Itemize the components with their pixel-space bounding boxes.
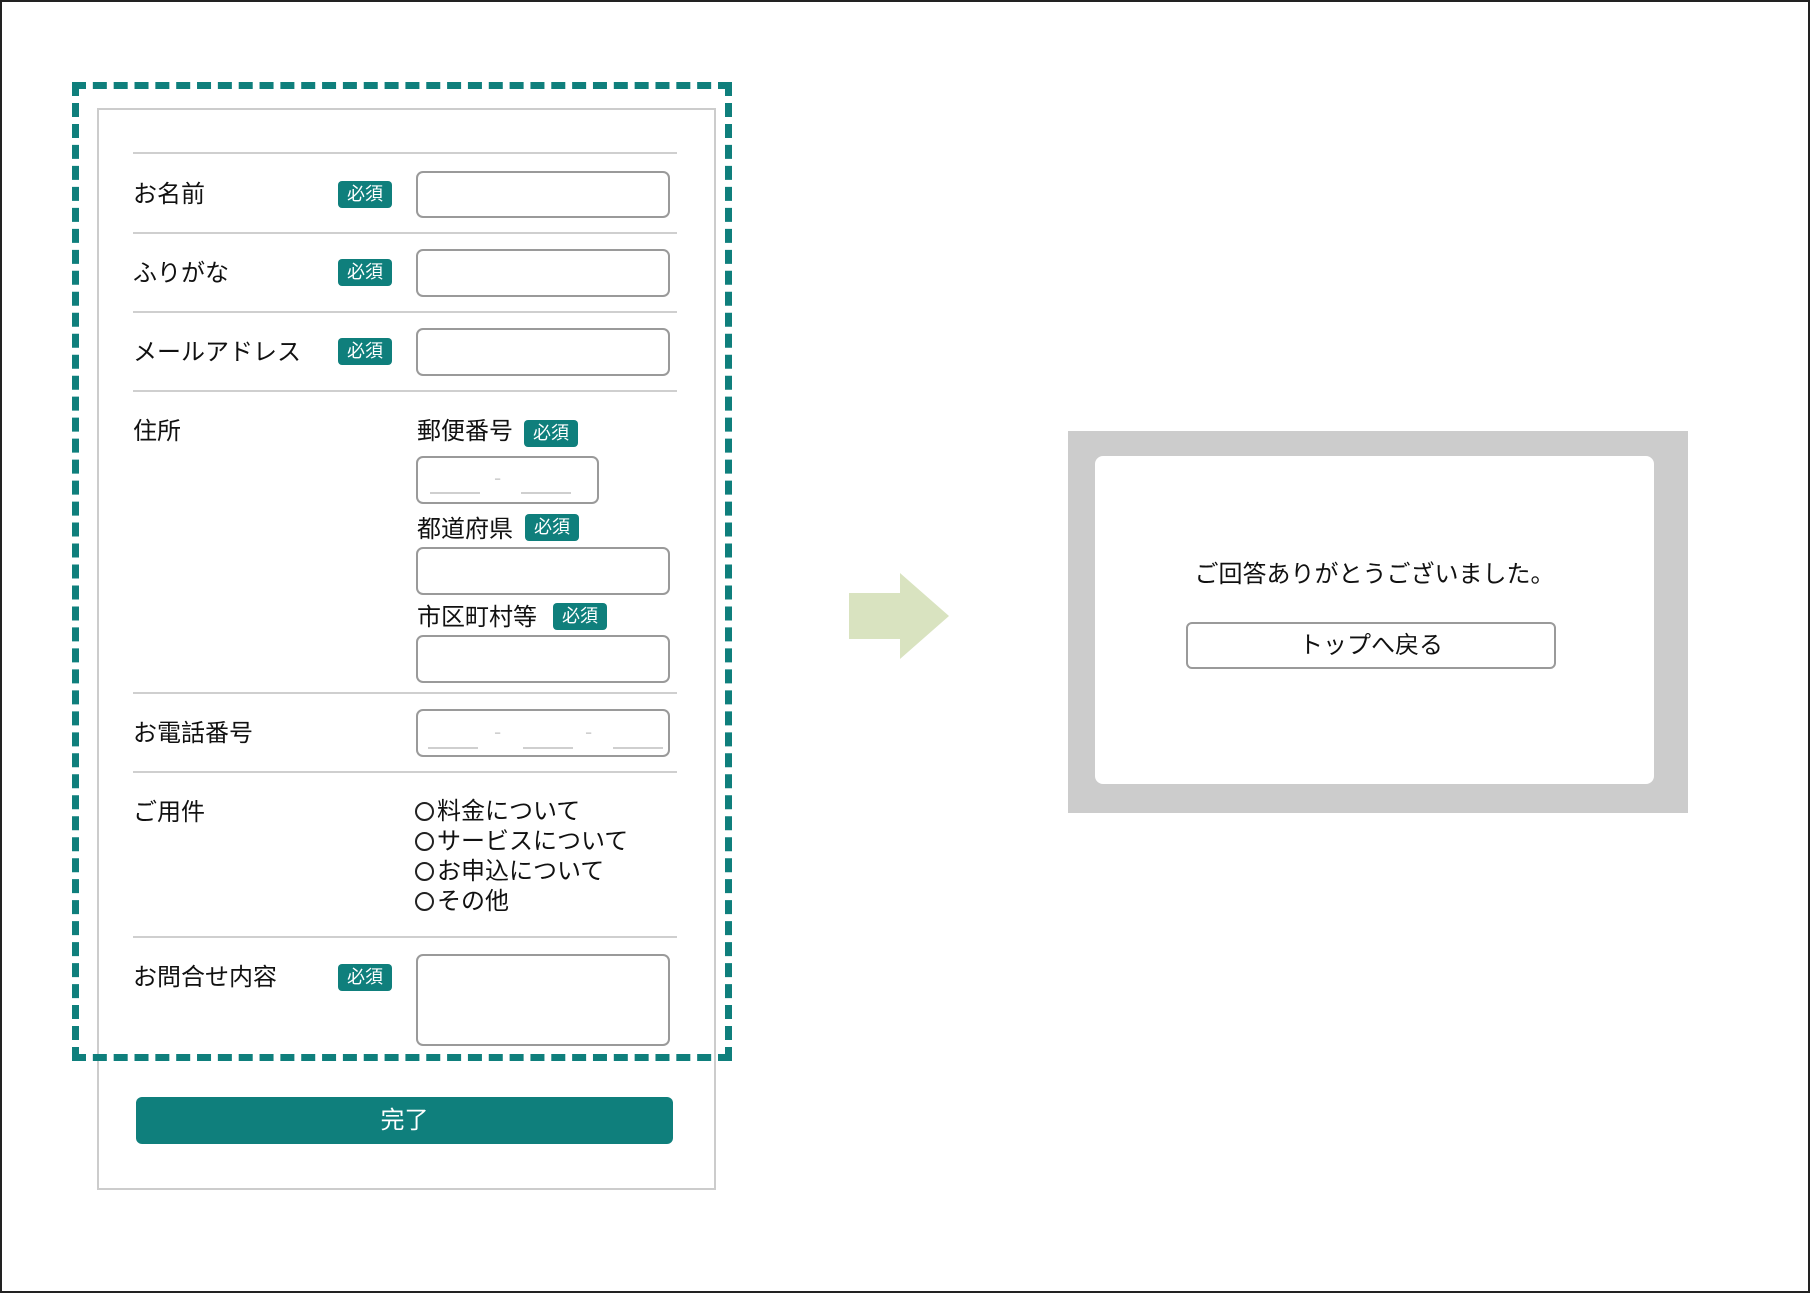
postal-code-blank [430, 492, 480, 494]
email-label: メールアドレス [133, 338, 301, 366]
radio-circle-icon[interactable] [415, 861, 434, 881]
radio-option[interactable]: サービスについて [415, 826, 628, 856]
form-divider [133, 232, 677, 234]
postal-code-blank [521, 492, 571, 494]
furigana-label: ふりがな [133, 259, 229, 287]
name-input[interactable] [416, 171, 670, 218]
postal-code-label: 郵便番号 [417, 417, 513, 445]
postal-code-separator: - [494, 466, 502, 490]
postal-code-input[interactable] [416, 456, 599, 504]
radio-circle-icon[interactable] [415, 801, 434, 821]
furigana-input[interactable] [416, 249, 670, 297]
phone-separator: - [494, 720, 502, 744]
radio-option[interactable]: その他 [415, 886, 628, 916]
radio-option-label: サービスについて [437, 827, 629, 855]
form-divider [133, 152, 677, 154]
prefecture-input[interactable] [416, 547, 670, 595]
required-badge: 必須 [338, 259, 392, 286]
prefecture-label: 都道府県 [417, 515, 513, 543]
required-badge: 必須 [524, 420, 578, 447]
phone-input[interactable] [416, 709, 670, 757]
complete-button[interactable]: 完了 [136, 1097, 673, 1144]
phone-blank [613, 747, 663, 749]
form-divider [133, 771, 677, 773]
required-badge: 必須 [338, 338, 392, 365]
form-divider [133, 390, 677, 392]
phone-blank [523, 747, 573, 749]
phone-blank [428, 747, 478, 749]
completion-dialog [1095, 456, 1654, 784]
required-badge: 必須 [338, 181, 392, 208]
radio-option-label: お申込について [437, 857, 605, 885]
radio-option-label: その他 [437, 887, 509, 915]
inquiry-type-label: ご用件 [133, 798, 205, 826]
phone-separator: - [585, 720, 593, 744]
address-label: 住所 [133, 417, 181, 445]
required-badge: 必須 [338, 964, 392, 991]
inquiry-content-label: お問合せ内容 [133, 963, 277, 991]
form-divider [133, 692, 677, 694]
inquiry-content-textarea[interactable] [416, 954, 670, 1046]
form-divider [133, 936, 677, 938]
radio-option[interactable]: お申込について [415, 856, 628, 886]
form-divider [133, 311, 677, 313]
radio-circle-icon[interactable] [415, 831, 434, 851]
inquiry-type-radio-group: 料金について サービスについて お申込について その他 [415, 796, 628, 916]
radio-option[interactable]: 料金について [415, 796, 628, 826]
radio-circle-icon[interactable] [415, 891, 434, 911]
city-input[interactable] [416, 635, 670, 683]
completion-message: ご回答ありがとうございました。 [1194, 560, 1555, 588]
right-arrow-icon [849, 573, 949, 659]
required-badge: 必須 [553, 603, 607, 630]
required-badge: 必須 [525, 514, 579, 541]
email-input[interactable] [416, 328, 670, 376]
name-label: お名前 [133, 180, 205, 208]
phone-label: お電話番号 [133, 719, 253, 747]
city-label: 市区町村等 [417, 603, 537, 631]
radio-option-label: 料金について [437, 797, 581, 825]
back-to-top-button[interactable]: トップへ戻る [1186, 622, 1556, 669]
